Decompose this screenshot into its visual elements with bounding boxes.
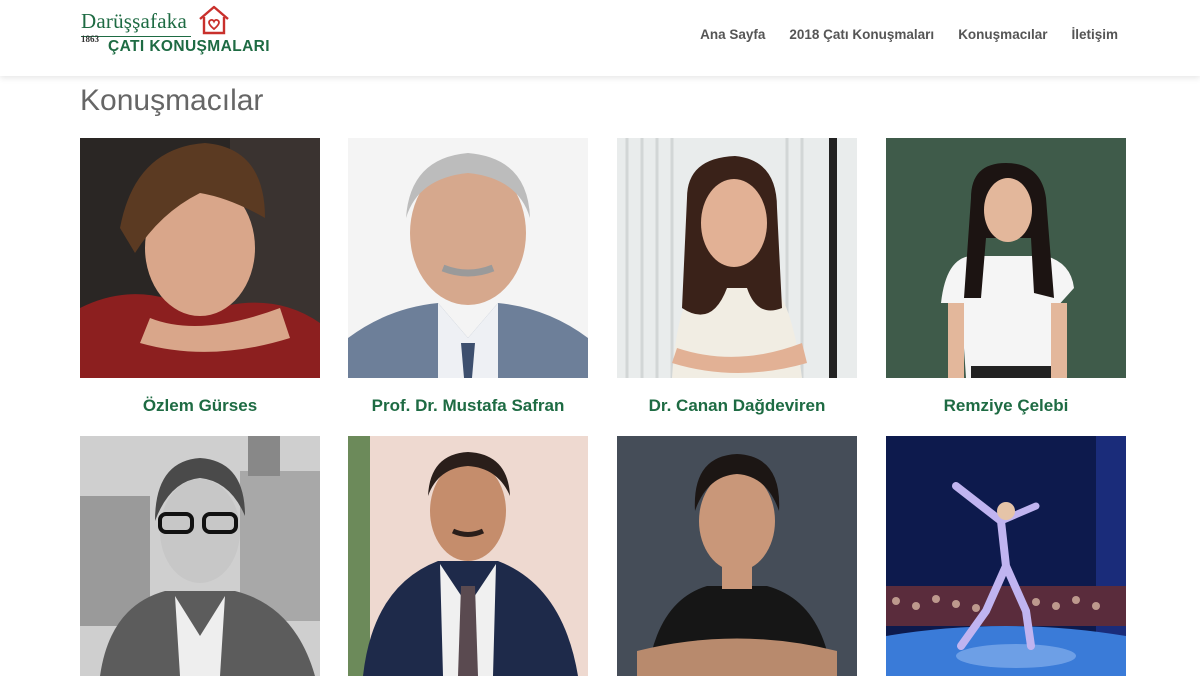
logo-year: 1863 [81,34,99,44]
page-title: Konuşmacılar [80,84,264,117]
speaker-name[interactable]: Prof. Dr. Mustafa Safran [328,396,608,416]
speaker-photo[interactable] [617,436,857,676]
speaker-name[interactable]: Özlem Gürses [60,396,340,416]
speaker-photo[interactable] [80,436,320,676]
nav-item-2018-talks[interactable]: 2018 Çatı Konuşmaları [789,27,934,42]
speaker-card[interactable]: Prof. Dr. Mustafa Safran [348,138,588,415]
speaker-photo-image [886,436,1126,676]
speaker-photo-image [80,436,320,676]
speaker-photo[interactable] [348,138,588,378]
speaker-photo-image [348,436,588,676]
house-heart-icon [199,5,229,35]
speaker-card[interactable] [886,436,1126,676]
speaker-photo[interactable] [348,436,588,676]
speaker-card[interactable]: Remziye Çelebi [886,138,1126,415]
nav-item-home[interactable]: Ana Sayfa [700,27,765,42]
speaker-photo[interactable] [617,138,857,378]
speaker-card[interactable]: Özlem Gürses [80,138,320,415]
speaker-card[interactable] [617,436,857,676]
speaker-photo[interactable] [886,138,1126,378]
site-logo[interactable]: Darüşşafaka 1863 ÇATI KONUŞMALARI [81,5,281,61]
speaker-photo-image [886,138,1126,378]
speaker-photo-image [617,138,857,378]
speaker-photo-image [80,138,320,378]
speaker-photo[interactable] [80,138,320,378]
speaker-card[interactable] [80,436,320,676]
speaker-photo[interactable] [886,436,1126,676]
logo-brand-name: Darüşşafaka [81,9,187,33]
speaker-photo-image [348,138,588,378]
speaker-name[interactable]: Remziye Çelebi [866,396,1146,416]
site-header: Darüşşafaka 1863 ÇATI KONUŞMALARI Ana Sa… [0,0,1200,76]
logo-tagline: ÇATI KONUŞMALARI [108,38,270,55]
speaker-name[interactable]: Dr. Canan Dağdeviren [597,396,877,416]
nav-item-speakers[interactable]: Konuşmacılar [958,27,1047,42]
speaker-card[interactable]: Dr. Canan Dağdeviren [617,138,857,415]
nav-item-contact[interactable]: İletişim [1071,27,1118,42]
speaker-card[interactable] [348,436,588,676]
speaker-photo-image [617,436,857,676]
main-nav: Ana Sayfa 2018 Çatı Konuşmaları Konuşmac… [676,27,1118,42]
